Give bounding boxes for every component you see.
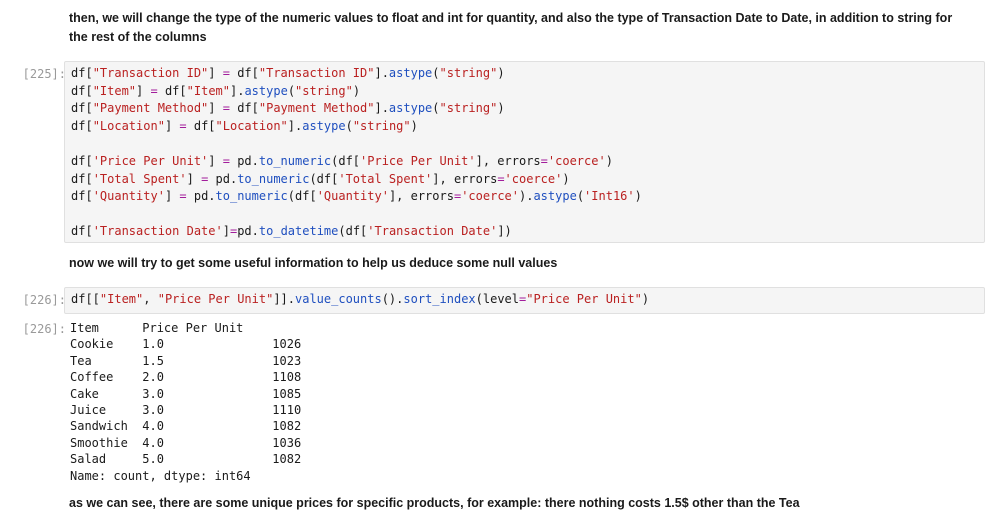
code-line: df["Payment Method"] = df["Payment Metho… [71, 101, 505, 116]
code-line: df['Total Spent'] = pd.to_numeric(df['To… [71, 171, 570, 186]
input-prompt-225: [225]: [22, 67, 66, 81]
code-line: df['Quantity'] = pd.to_numeric(df['Quant… [71, 189, 642, 204]
output-footer: Name: count, dtype: int64 [70, 468, 251, 483]
output-226: Item Price Per Unit Cookie 1.0 1026 Tea … [70, 320, 301, 484]
code-line: df["Location"] = df["Location"].astype("… [71, 118, 418, 133]
code-line: df["Transaction ID"] = df["Transaction I… [71, 66, 505, 80]
code-line: df['Transaction Date']=pd.to_datetime(df… [71, 224, 512, 239]
output-row: Smoothie 4.0 1036 [70, 435, 302, 450]
output-row: Tea 1.5 1023 [70, 353, 302, 368]
output-row: Salad 5.0 1082 [70, 452, 302, 467]
output-prompt-226: [226]: [22, 322, 66, 336]
code-line: df[["Item", "Price Per Unit"]].value_cou… [71, 292, 650, 306]
output-header: Item Price Per Unit [70, 321, 244, 335]
code-line: df["Item"] = df["Item"].astype("string") [71, 83, 361, 98]
code-line: df['Price Per Unit'] = pd.to_numeric(df[… [71, 153, 613, 168]
code-cell-226[interactable]: df[["Item", "Price Per Unit"]].value_cou… [64, 287, 985, 314]
input-prompt-226: [226]: [22, 293, 66, 307]
markdown-conclusion: as we can see, there are some unique pri… [69, 496, 800, 510]
output-row: Juice 3.0 1110 [70, 402, 302, 417]
output-row: Cookie 1.0 1026 [70, 337, 302, 352]
markdown-middle: now we will try to get some useful infor… [69, 256, 558, 270]
code-cell-225[interactable]: df["Transaction ID"] = df["Transaction I… [64, 61, 985, 243]
output-row: Sandwich 4.0 1082 [70, 419, 302, 434]
output-row: Coffee 2.0 1108 [70, 370, 302, 385]
markdown-intro: then, we will change the type of the num… [69, 11, 953, 44]
output-row: Cake 3.0 1085 [70, 386, 302, 401]
